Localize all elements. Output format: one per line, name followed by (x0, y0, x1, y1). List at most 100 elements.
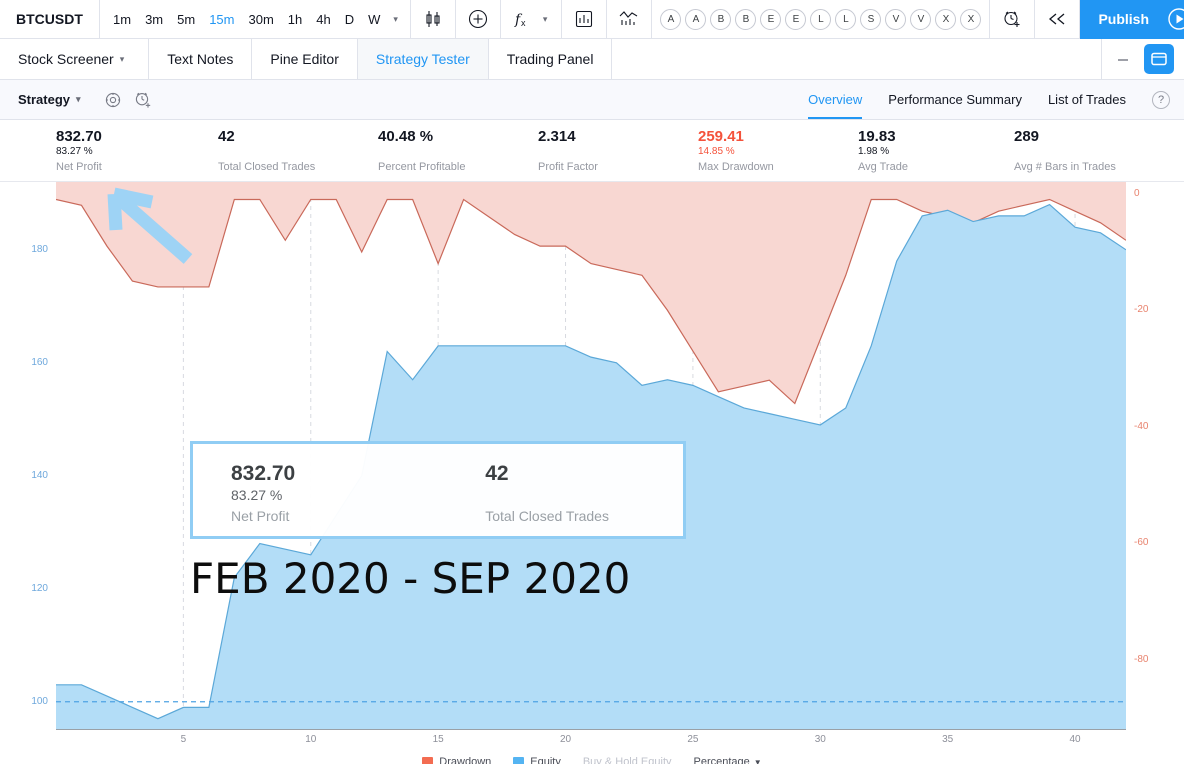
fx-indicators-icon[interactable]: fx (509, 5, 537, 33)
legend-drawdown[interactable]: Drawdown (422, 756, 491, 764)
timeframe-30m[interactable]: 30m (241, 7, 280, 32)
stat-max-drawdown-pct: 14.85 % (698, 146, 735, 157)
svg-text:x: x (521, 18, 526, 28)
tab-strategy-tester[interactable]: Strategy Tester (357, 39, 489, 79)
indicator-badge-4[interactable]: E (760, 8, 782, 30)
right-axis-tick-4: -80 (1134, 654, 1149, 666)
timeframe-3m[interactable]: 3m (138, 7, 170, 32)
tab-trading-panel[interactable]: Trading Panel (489, 39, 613, 79)
indicator-badge-9[interactable]: V (885, 8, 907, 30)
stat-percent-profitable-pct (378, 145, 465, 159)
stat-avg-trade-value: 19.83 (858, 128, 896, 145)
scale-mode-dropdown[interactable]: Percentage ▼ (694, 756, 762, 764)
stat-net-profit-pct: 83.27 % (56, 146, 93, 157)
symbol-button[interactable]: BTCUSDT (0, 0, 100, 38)
callout-total-closed-trades: 42 Total Closed Trades (485, 462, 609, 526)
stat-total-closed-trades: 42 Total Closed Trades (218, 128, 315, 174)
callout-net-profit-label: Net Profit (231, 508, 290, 524)
x-axis-tick-4: 25 (687, 734, 699, 745)
stat-avg-bars-in-trades: 289 Avg # Bars in Trades (1014, 128, 1116, 174)
maximize-panel-icon[interactable] (1144, 44, 1174, 74)
question-mark-icon[interactable]: ? (1152, 90, 1170, 109)
legend-equity-label: Equity (530, 756, 561, 764)
plus-circle-icon[interactable] (464, 5, 492, 33)
callout-trades-value: 42 (485, 462, 509, 485)
timeframe-5m[interactable]: 5m (170, 7, 202, 32)
indicators-segment: fx ▾ (501, 0, 563, 38)
stat-percent-profitable: 40.48 % Percent Profitable (378, 128, 465, 174)
timeframe-d[interactable]: D (338, 7, 361, 32)
replay-segment (1035, 0, 1081, 38)
minimize-icon[interactable] (1112, 48, 1134, 70)
stat-avg-trade: 19.83 1.98 % Avg Trade (858, 128, 908, 174)
tab-text-notes[interactable]: Text Notes (149, 39, 253, 79)
tab-stock-screener[interactable]: Stock Screener ▾ (0, 39, 150, 79)
legend-equity[interactable]: Equity (513, 756, 561, 764)
x-axis-tick-3: 20 (559, 734, 572, 745)
chevron-down-icon[interactable]: ▾ (387, 14, 404, 25)
timeframe-1h[interactable]: 1h (281, 7, 309, 32)
rewind-icon[interactable] (1043, 5, 1071, 33)
indicator-badge-11[interactable]: X (935, 8, 957, 30)
strategy-tester-window: BTCUSDT 1m 3m 5m 15m 30m 1h 4h D W ▾ f x… (0, 0, 1184, 764)
stat-net-profit-label: Net Profit (56, 161, 102, 173)
stat-percent-profitable-label: Percent Profitable (378, 161, 466, 173)
stat-max-drawdown: 259.41 14.85 % Max Drawdown (698, 128, 774, 174)
left-y-axis: 100 120 140 160 180 (0, 182, 56, 730)
timeframe-15m[interactable]: 15m (202, 7, 241, 32)
play-circle-icon[interactable] (1167, 0, 1184, 39)
left-axis-tick-4: 180 (31, 243, 48, 255)
strategy-selector[interactable]: Strategy ▾ (0, 92, 81, 107)
tab-overview[interactable]: Overview (808, 80, 863, 119)
left-axis-tick-2: 140 (31, 469, 48, 481)
timeframe-w[interactable]: W (361, 7, 387, 32)
alarm-clock-plus-icon[interactable] (998, 5, 1026, 33)
indicator-badge-2[interactable]: B (710, 8, 732, 30)
x-axis-tick-1: 10 (305, 734, 317, 745)
add-alert-icon[interactable] (133, 90, 153, 110)
indicator-badge-12[interactable]: X (960, 8, 982, 30)
indicator-badge-6[interactable]: L (810, 8, 832, 30)
stats-row: 832.70 83.27 % Net Profit 42 Total Close… (0, 120, 1184, 182)
indicator-badge-1[interactable]: A (685, 8, 707, 30)
indicator-badge-0[interactable]: A (660, 8, 682, 30)
callout-net-profit-value: 832.70 (231, 462, 296, 485)
indicator-badge-10[interactable]: V (910, 8, 932, 30)
candlestick-icon[interactable] (419, 5, 447, 33)
gear-icon[interactable] (103, 90, 123, 110)
indicator-badge-7[interactable]: L (835, 8, 857, 30)
x-axis-tick-2: 15 (432, 734, 444, 745)
scale-mode-label: Percentage (693, 756, 750, 764)
line-chart-segment (607, 0, 653, 38)
chart-type-segment (411, 0, 456, 38)
publish-button[interactable]: Publish (1080, 0, 1168, 39)
timeframe-4h[interactable]: 4h (309, 7, 337, 32)
right-axis-tick-1: -20 (1134, 304, 1149, 316)
line-chart-icon[interactable] (615, 5, 643, 33)
stat-avg-bars-in-trades-value: 289 (1014, 128, 1040, 145)
stat-total-closed-trades-label: Total Closed Trades (218, 161, 316, 173)
tab-performance-summary[interactable]: Performance Summary (888, 80, 1022, 119)
chevron-down-icon[interactable]: ▾ (114, 54, 131, 65)
strategy-bar: Strategy ▾ Overview Performance Summary … (0, 80, 1184, 120)
tab-list-of-trades[interactable]: List of Trades (1048, 80, 1126, 119)
x-axis-tick-5: 30 (814, 734, 826, 745)
legend-buy-hold-equity[interactable]: Buy & Hold Equity (583, 756, 672, 764)
tab-pine-editor[interactable]: Pine Editor (252, 39, 358, 79)
stat-avg-bars-in-trades-pct (1014, 145, 1116, 159)
add-indicator-segment (456, 0, 501, 38)
timeframe-1m[interactable]: 1m (106, 7, 138, 32)
indicator-badge-5[interactable]: E (785, 8, 807, 30)
left-axis-tick-0: 100 (31, 695, 48, 707)
bar-chart-icon[interactable] (570, 5, 598, 33)
stat-avg-trade-label: Avg Trade (858, 161, 908, 173)
chevron-down-icon[interactable]: ▾ (537, 14, 554, 25)
net-profit-callout: 832.70 83.27 % Net Profit 42 Total Close… (190, 441, 686, 539)
panel-tabs: Stock Screener ▾ Text Notes Pine Editor … (0, 39, 1184, 80)
x-axis-tick-6: 35 (942, 734, 954, 745)
indicator-badge-8[interactable]: S (860, 8, 882, 30)
stat-avg-trade-pct: 1.98 % (858, 146, 890, 157)
stat-total-closed-trades-pct (218, 145, 315, 159)
chart-toolbar: BTCUSDT 1m 3m 5m 15m 30m 1h 4h D W ▾ f x… (0, 0, 1184, 39)
indicator-badge-3[interactable]: B (735, 8, 757, 30)
